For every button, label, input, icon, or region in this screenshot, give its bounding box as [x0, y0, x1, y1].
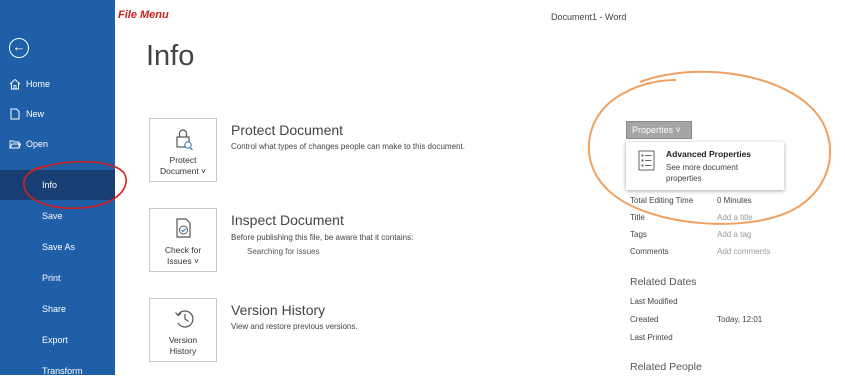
sidebar-item-open[interactable]: Open — [0, 129, 115, 159]
back-arrow-icon[interactable]: ← — [9, 38, 29, 58]
sidebar-item-new[interactable]: New — [0, 99, 115, 129]
prop-label-editing-time: Total Editing Time — [630, 196, 694, 205]
sidebar-item-label: New — [26, 109, 45, 119]
sidebar-item-label: Info — [42, 180, 58, 190]
prop-value-tags-input[interactable]: Add a tag — [717, 230, 751, 239]
properties-dropdown-button[interactable]: Properties ˅ — [626, 121, 692, 139]
check-button-label-1: Check for — [164, 245, 202, 255]
protect-document-button[interactable]: Protect Document ˅ — [149, 118, 217, 182]
new-document-icon — [10, 108, 20, 120]
prop-label-last-modified: Last Modified — [630, 297, 678, 306]
inspect-document-description: Before publishing this file, be aware th… — [231, 233, 414, 242]
protect-button-label-1: Protect — [169, 155, 197, 165]
advanced-properties-title: Advanced Properties — [666, 149, 752, 159]
folder-open-icon — [9, 140, 21, 149]
advanced-properties-menu-item[interactable]: Advanced Properties See more document pr… — [626, 142, 784, 190]
sidebar-item-transform[interactable]: Transform — [0, 356, 115, 386]
version-button-label-2: History — [169, 346, 197, 356]
prop-label-comments: Comments — [630, 247, 669, 256]
sidebar-item-label: Save As — [42, 242, 76, 252]
protect-button-label-2: Document ˅ — [159, 166, 207, 176]
sidebar-item-save[interactable]: Save — [0, 201, 115, 231]
sidebar-item-label: Share — [42, 304, 67, 314]
version-history-description: View and restore previous versions. — [231, 322, 358, 331]
prop-value-comments-input[interactable]: Add comments — [717, 247, 770, 256]
sidebar-item-label: Print — [42, 273, 61, 283]
sidebar-item-label: Export — [42, 335, 69, 345]
advanced-properties-desc-1: See more document — [666, 163, 739, 172]
advanced-properties-desc-2: properties — [666, 174, 702, 183]
prop-value-created: Today, 12:01 — [717, 315, 763, 324]
history-clock-icon — [175, 310, 194, 328]
prop-value-title-input[interactable]: Add a title — [717, 213, 753, 222]
check-document-icon — [176, 218, 191, 238]
sidebar-item-label: Save — [42, 211, 63, 221]
sidebar-item-label: Transform — [42, 366, 83, 376]
document-title: Document1 - Word — [551, 12, 627, 22]
inspect-document-heading: Inspect Document — [231, 212, 344, 228]
file-menu-annotation: File Menu — [118, 9, 169, 21]
sidebar-item-save-as[interactable]: Save As — [0, 232, 115, 262]
sidebar-item-export[interactable]: Export — [0, 325, 115, 355]
inspect-status-text: Searching for issues — [247, 247, 320, 256]
properties-list-icon — [638, 150, 655, 171]
related-dates-heading: Related Dates — [630, 276, 697, 288]
version-button-label-1: Version — [168, 335, 198, 345]
sidebar: ← Home New Open Info Save Save As Print … — [0, 0, 115, 376]
prop-label-tags: Tags — [630, 230, 647, 239]
protect-document-description: Control what types of changes people can… — [231, 142, 465, 151]
sidebar-item-home[interactable]: Home — [0, 69, 115, 99]
prop-label-created: Created — [630, 315, 659, 324]
protect-document-heading: Protect Document — [231, 122, 344, 138]
related-people-heading: Related People — [630, 361, 702, 373]
sidebar-item-label: Open — [26, 139, 49, 149]
check-button-label-2: Issues ˅ — [167, 256, 199, 266]
sidebar-item-info[interactable]: Info — [0, 170, 115, 200]
page-title: Info — [146, 40, 195, 72]
prop-label-title: Title — [630, 213, 645, 222]
version-history-heading: Version History — [231, 302, 326, 318]
prop-label-last-printed: Last Printed — [630, 333, 673, 342]
prop-value-editing-time: 0 Minutes — [717, 196, 752, 205]
sidebar-item-label: Home — [26, 79, 51, 89]
sidebar-item-share[interactable]: Share — [0, 294, 115, 324]
home-icon — [9, 78, 21, 90]
check-for-issues-button[interactable]: Check for Issues ˅ — [149, 208, 217, 272]
sidebar-item-print[interactable]: Print — [0, 263, 115, 293]
version-history-button[interactable]: Version History — [149, 298, 217, 362]
lock-document-icon — [176, 129, 193, 151]
